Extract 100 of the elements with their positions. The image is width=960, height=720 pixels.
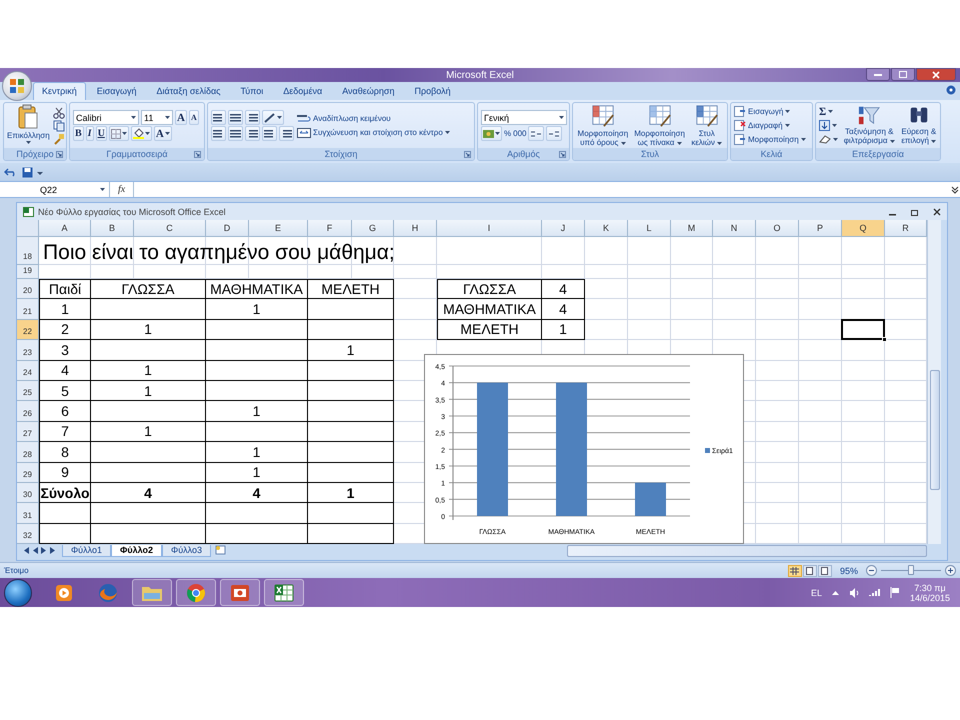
function-label[interactable]: fx bbox=[110, 184, 134, 195]
italic-button[interactable]: I bbox=[86, 126, 94, 141]
decrease-decimal-button[interactable] bbox=[546, 126, 562, 141]
copy-icon[interactable] bbox=[52, 120, 65, 132]
scissors-icon[interactable] bbox=[52, 106, 65, 118]
column-header[interactable]: M bbox=[671, 220, 713, 237]
decrease-indent-button[interactable] bbox=[262, 126, 277, 141]
view-button[interactable] bbox=[818, 564, 832, 576]
row-header[interactable]: 26 bbox=[17, 401, 39, 422]
row-header[interactable]: 27 bbox=[17, 422, 39, 442]
office-button[interactable] bbox=[2, 71, 32, 101]
column-header[interactable]: J bbox=[542, 220, 585, 237]
find-select-button[interactable]: Εύρεση & επιλογή bbox=[900, 104, 937, 147]
speaker-icon[interactable] bbox=[848, 588, 859, 598]
column-header[interactable]: E bbox=[249, 220, 308, 237]
column-header[interactable]: Q bbox=[842, 220, 885, 237]
column-header[interactable]: I bbox=[437, 220, 542, 237]
indent-icon[interactable] bbox=[264, 129, 275, 138]
sort-filter-button[interactable]: Ταξινόμηση & φιλτράρισμα bbox=[841, 104, 898, 147]
bold-button[interactable]: B bbox=[73, 126, 84, 141]
row-header[interactable]: 32 bbox=[17, 524, 39, 544]
dialog-launcher-icon[interactable] bbox=[194, 151, 201, 158]
merge-center-button[interactable]: Συγχώνευση και στοίχιση στο κέντρο bbox=[297, 126, 450, 139]
font-size-field[interactable]: 11 bbox=[141, 110, 173, 125]
underline-button[interactable]: U bbox=[96, 126, 107, 141]
column-header[interactable]: G bbox=[352, 220, 394, 237]
thousands-button[interactable]: 000 bbox=[513, 127, 526, 140]
style-menu-button[interactable]: Μορφοποίηση ως πίνακα bbox=[632, 104, 686, 147]
clock-time[interactable]: 7:30 πμ bbox=[914, 582, 946, 592]
close-button[interactable] bbox=[916, 68, 956, 81]
row-header[interactable]: 23 bbox=[17, 340, 39, 361]
customize-caret-icon[interactable] bbox=[37, 170, 43, 174]
taskbar-app-button[interactable] bbox=[176, 579, 216, 606]
align-lines-icon[interactable] bbox=[230, 113, 241, 122]
paste-button[interactable]: Επικόλληση bbox=[7, 104, 50, 147]
align-right-button[interactable] bbox=[245, 126, 260, 141]
view-button[interactable] bbox=[788, 564, 802, 576]
percent-button[interactable]: % bbox=[504, 127, 512, 140]
help-icon[interactable] bbox=[946, 85, 956, 95]
align-lines-icon[interactable] bbox=[230, 129, 241, 138]
start-button[interactable] bbox=[4, 578, 32, 606]
column-header[interactable]: F bbox=[308, 220, 352, 237]
brush-icon[interactable] bbox=[52, 132, 65, 144]
zoom-level[interactable]: 95% bbox=[840, 566, 858, 576]
style-menu-button[interactable]: Στυλ κελιών bbox=[689, 104, 724, 147]
row-header[interactable]: 29 bbox=[17, 462, 39, 483]
row-header[interactable]: 31 bbox=[17, 503, 39, 524]
center-button[interactable] bbox=[228, 126, 243, 141]
align-lines-icon[interactable] bbox=[213, 129, 224, 138]
close-icon[interactable] bbox=[933, 208, 941, 216]
flag-icon[interactable] bbox=[890, 587, 900, 598]
align-lines-icon[interactable] bbox=[213, 113, 224, 122]
align-lines-icon[interactable] bbox=[247, 113, 258, 122]
name-box[interactable]: Q22 bbox=[0, 182, 110, 197]
horizontal-scrollbar[interactable] bbox=[567, 544, 927, 557]
column-header[interactable]: C bbox=[134, 220, 206, 237]
currency-button[interactable] bbox=[481, 126, 502, 141]
column-header[interactable]: H bbox=[394, 220, 437, 237]
increase-indent-button[interactable] bbox=[279, 126, 294, 141]
increase-decimal-button[interactable] bbox=[528, 126, 544, 141]
cells-menu-button[interactable]: Μορφοποίηση bbox=[734, 133, 806, 146]
row-header[interactable]: 24 bbox=[17, 360, 39, 381]
font-name-field[interactable]: Calibri bbox=[73, 110, 139, 125]
autosum-button[interactable]: Σ bbox=[819, 105, 838, 118]
bottom-align-button[interactable] bbox=[245, 110, 260, 125]
language-indicator[interactable]: EL bbox=[810, 588, 822, 598]
cells-menu-button[interactable]: Εισαγωγή bbox=[734, 105, 806, 118]
expand-chevron-icon[interactable] bbox=[950, 184, 960, 194]
shrink-font-button[interactable]: A bbox=[188, 110, 199, 125]
ribbon-tab[interactable]: Τύποι bbox=[232, 82, 272, 100]
column-header[interactable]: L bbox=[628, 220, 671, 237]
ribbon-tab[interactable]: Δεδομένα bbox=[274, 82, 332, 100]
ribbon-tab[interactable]: Εισαγωγή bbox=[88, 82, 146, 100]
orientation-button[interactable] bbox=[262, 110, 284, 125]
style-menu-button[interactable]: Μορφοποίηση υπό όρους bbox=[576, 104, 630, 147]
column-header[interactable]: N bbox=[713, 220, 756, 237]
align-lines-icon[interactable] bbox=[247, 129, 258, 138]
column-header[interactable]: K bbox=[585, 220, 628, 237]
row-header[interactable]: 22 bbox=[17, 320, 39, 340]
cells-menu-button[interactable]: Διαγραφή bbox=[734, 119, 806, 132]
row-header[interactable]: 28 bbox=[17, 442, 39, 463]
taskbar-app-button[interactable] bbox=[264, 579, 304, 606]
zoom-in-icon[interactable] bbox=[945, 565, 956, 576]
column-header[interactable]: O bbox=[756, 220, 799, 237]
column-header[interactable]: R bbox=[885, 220, 927, 237]
sheet-tab[interactable]: Φύλλο3 bbox=[162, 544, 211, 557]
number-format-field[interactable]: Γενική bbox=[481, 110, 567, 125]
zoom-out-icon[interactable] bbox=[866, 565, 877, 576]
dialog-launcher-icon[interactable] bbox=[464, 151, 471, 158]
new-sheet-icon[interactable] bbox=[215, 544, 227, 555]
taskbar-app-button[interactable] bbox=[220, 579, 260, 606]
ribbon-tab[interactable]: Προβολή bbox=[405, 82, 460, 100]
zoom-slider-thumb[interactable] bbox=[908, 565, 914, 575]
top-align-button[interactable] bbox=[211, 110, 226, 125]
borders-button[interactable] bbox=[108, 126, 129, 141]
maximize-button[interactable] bbox=[891, 68, 915, 81]
column-header[interactable]: D bbox=[206, 220, 249, 237]
clock-date[interactable]: 14/6/2015 bbox=[910, 592, 950, 602]
ribbon-tab[interactable]: Αναθεώρηση bbox=[333, 82, 404, 100]
column-header[interactable]: B bbox=[91, 220, 134, 237]
